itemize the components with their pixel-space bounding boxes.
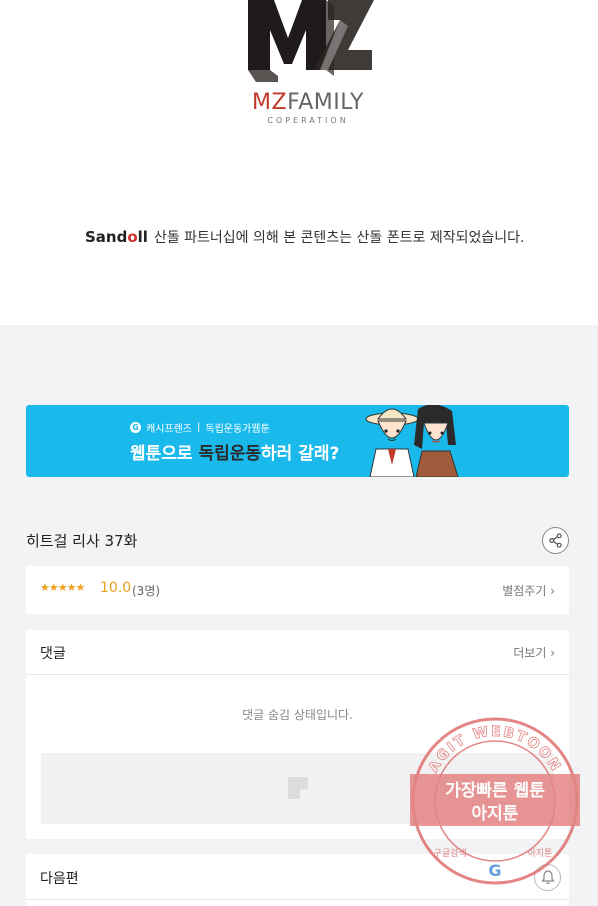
sandoll-logo-part2: o [127, 228, 138, 246]
cashfriends-icon: G [130, 422, 141, 433]
banner-title-prefix: 웹툰으로 [130, 444, 199, 464]
sandoll-logo-part1: Sand [85, 228, 128, 246]
watermark-line2: 아지툰 [472, 804, 519, 824]
share-icon [549, 533, 562, 548]
sandoll-logo-part3: ll [137, 228, 148, 246]
watermark-bottom-right: 아지툰 [528, 848, 553, 859]
agit-webtoon-watermark: AGIT WEBTOON 가장빠른 웹툰 아지툰 구글검색 G 아지툰 [410, 717, 580, 885]
share-button[interactable] [542, 527, 569, 554]
banner-tag-left: 캐시프렌즈 [146, 424, 192, 435]
watermark-ring-text: AGIT WEBTOON [426, 724, 565, 775]
rating-score: 10.0 [100, 580, 132, 596]
watermark-line1: 가장빠른 웹툰 [445, 781, 545, 801]
rating-card: ★★★★★ 10.0 (3명) 별점주기 › [26, 566, 569, 614]
comments-more-button[interactable]: 더보기 › [513, 644, 555, 661]
google-icon: G [488, 861, 501, 880]
mz-logo-icon [248, 0, 374, 82]
wordmark-family: FAMILY [287, 90, 364, 115]
banner-illustration [365, 405, 459, 477]
banner-tag-right: 독립운동가웹툰 [205, 424, 270, 435]
divider [26, 674, 569, 675]
mz-family-wordmark: MZFAMILY [200, 90, 416, 115]
watermark-bottom-left: 구글검색 [433, 847, 466, 859]
sandoll-notice-text: 산돌 파트너십에 의해 본 콘텐츠는 산돌 폰트로 제작되었습니다. [153, 230, 525, 246]
rate-button[interactable]: 별점주기 › [502, 582, 555, 599]
rating-stars: ★★★★★ [40, 581, 85, 594]
wordmark-mz: MZ [252, 90, 288, 115]
wordmark-sub: COPERATION [267, 116, 349, 125]
sandoll-logo: Sandoll [85, 228, 148, 246]
promo-banner[interactable]: G 캐시프렌즈 | 독립운동가웹툰 웹툰으로 독립운동하러 갈래? [26, 405, 569, 477]
banner-title: 웹툰으로 독립운동하러 갈래? [130, 439, 339, 464]
next-episode-label: 다음편 [40, 871, 79, 887]
episode-title: 히트걸 리사 37화 [26, 532, 138, 550]
image-placeholder-icon [288, 777, 308, 799]
banner-tag: G 캐시프렌즈 | 독립운동가웹툰 [130, 420, 270, 435]
banner-title-suffix: 하러 갈래? [261, 444, 340, 464]
sandoll-notice: Sandoll 산돌 파트너십에 의해 본 콘텐츠는 산돌 폰트로 제작되었습니다… [85, 227, 545, 247]
divider [26, 899, 569, 900]
comments-title: 댓글 [40, 646, 66, 662]
banner-tag-sep: | [197, 422, 201, 433]
rating-count: (3명) [132, 584, 161, 598]
banner-title-highlight: 독립운동 [198, 444, 262, 464]
